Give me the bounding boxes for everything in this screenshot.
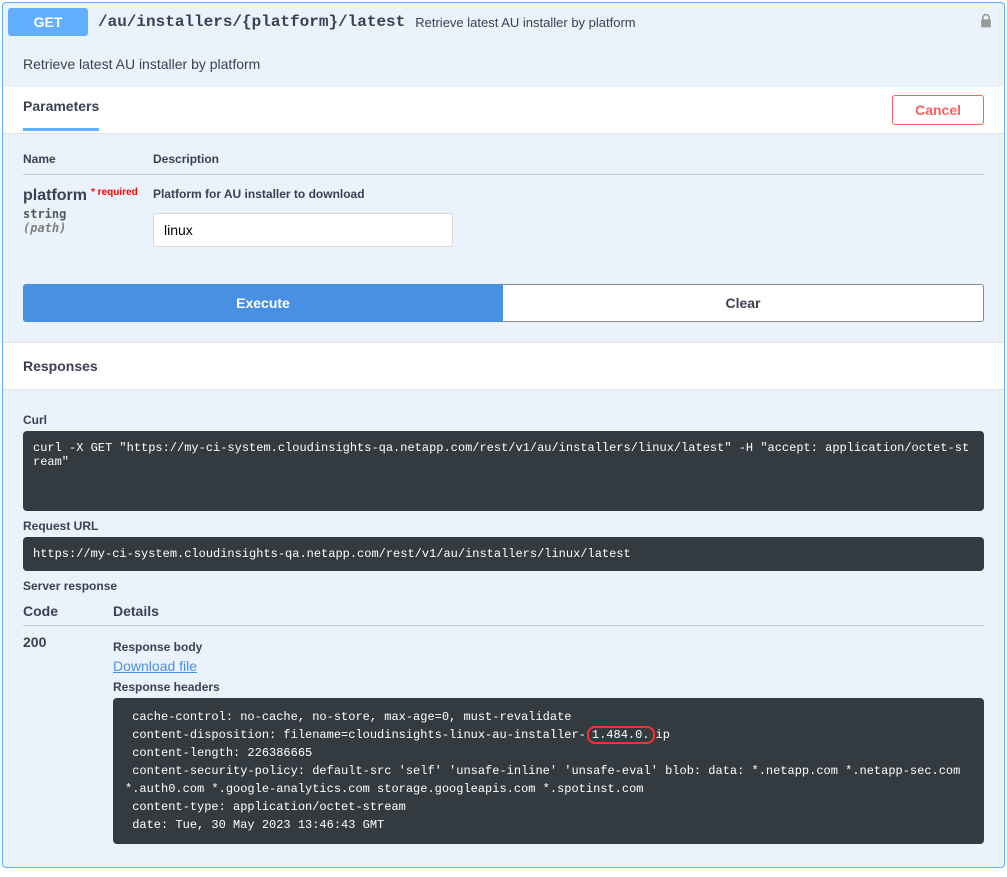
responses-body: Curl curl -X GET "https://my-ci-system.c… — [3, 390, 1004, 867]
request-url-value[interactable]: https://my-ci-system.cloudinsights-qa.ne… — [23, 537, 984, 571]
param-type: string — [23, 207, 153, 221]
parameter-row: platform * required string (path) Platfor… — [23, 175, 984, 259]
response-code: 200 — [23, 634, 113, 844]
operation-description: Retrieve latest AU installer by platform — [3, 41, 1004, 87]
request-url-label: Request URL — [23, 519, 984, 533]
http-method-badge: GET — [8, 8, 88, 36]
parameter-name-cell: platform * required string (path) — [23, 187, 153, 247]
clear-button[interactable]: Clear — [503, 284, 984, 322]
headers-pre: cache-control: no-cache, no-store, max-a… — [125, 710, 586, 742]
headers-post: ip content-length: 226386665 content-sec… — [125, 728, 968, 832]
parameters-table-head: Name Description — [23, 144, 984, 175]
action-buttons: Execute Clear — [3, 269, 1004, 342]
operation-path: /au/installers/{platform}/latest — [98, 13, 405, 31]
param-name: platform — [23, 187, 87, 204]
server-response-label: Server response — [23, 579, 984, 593]
response-body-label: Response body — [113, 640, 984, 654]
download-file-link[interactable]: Download file — [113, 658, 197, 674]
response-headers-label: Response headers — [113, 680, 984, 694]
responses-title: Responses — [3, 342, 1004, 390]
operation-summary-row[interactable]: GET /au/installers/{platform}/latest Ret… — [3, 3, 1004, 41]
platform-input[interactable] — [153, 213, 453, 247]
parameters-header: Parameters Cancel — [3, 87, 1004, 134]
parameters-title: Parameters — [23, 98, 99, 122]
response-row: 200 Response body Download file Response… — [23, 625, 984, 852]
param-description: Platform for AU installer to download — [153, 187, 984, 201]
col-header-name: Name — [23, 152, 153, 166]
highlighted-version: 1.484.0. — [587, 726, 655, 744]
response-headers-content[interactable]: cache-control: no-cache, no-store, max-a… — [113, 698, 984, 844]
operation-block: GET /au/installers/{platform}/latest Ret… — [2, 2, 1005, 868]
code-column-header: Code — [23, 603, 113, 619]
parameter-desc-cell: Platform for AU installer to download — [153, 187, 984, 247]
col-header-description: Description — [153, 152, 984, 166]
curl-command[interactable]: curl -X GET "https://my-ci-system.cloudi… — [23, 431, 984, 511]
required-label: * required — [91, 187, 138, 198]
details-column-header: Details — [113, 603, 984, 619]
lock-icon[interactable] — [978, 13, 994, 32]
parameters-table: Name Description platform * required stri… — [3, 134, 1004, 269]
operation-summary: Retrieve latest AU installer by platform — [415, 15, 635, 30]
response-table-head: Code Details — [23, 597, 984, 625]
curl-label: Curl — [23, 413, 984, 427]
param-in: (path) — [23, 221, 153, 235]
execute-button[interactable]: Execute — [23, 284, 503, 322]
response-details: Response body Download file Response hea… — [113, 634, 984, 844]
cancel-button[interactable]: Cancel — [892, 95, 984, 125]
